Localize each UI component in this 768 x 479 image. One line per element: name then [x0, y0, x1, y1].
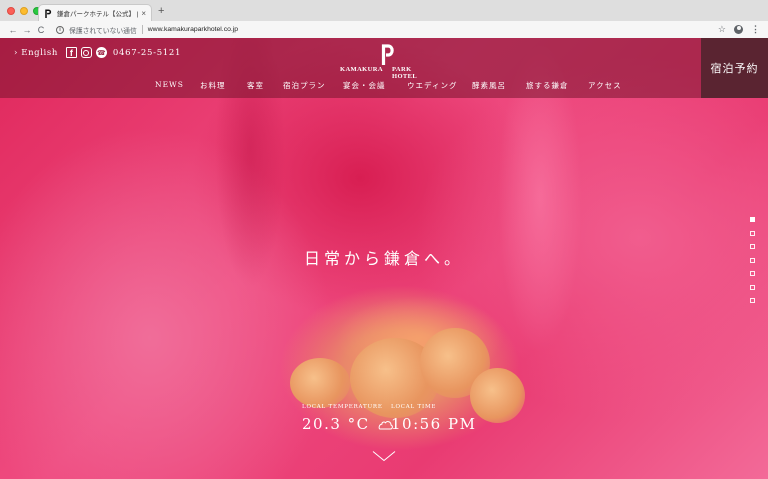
toolbar-actions: ☆ ⋮ — [718, 24, 760, 34]
global-nav: NEWS お料理 客室 宿泊プラン 宴会・会議 ウエディング 酵素風呂 旅する鎌… — [0, 80, 700, 92]
reload-icon[interactable]: C — [34, 24, 48, 36]
scroll-down-chevron-icon[interactable] — [372, 450, 396, 462]
browser-window-chrome: 鎌倉パークホテル【公式】 | KA × + ← → C i 保護されていない通信… — [0, 0, 768, 38]
account-icon[interactable] — [734, 24, 743, 34]
address-bar[interactable]: i 保護されていない通信 www.kamakuraparkhotel.co.jp — [56, 23, 238, 37]
nav-item-cuisine[interactable]: お料理 — [200, 80, 226, 91]
reserve-button[interactable]: 宿泊予約 — [701, 38, 768, 98]
browser-toolbar: ← → C i 保護されていない通信 www.kamakuraparkhotel… — [0, 21, 768, 38]
browser-tab[interactable]: 鎌倉パークホテル【公式】 | KA × — [38, 4, 152, 21]
nav-item-news[interactable]: NEWS — [155, 80, 184, 89]
site-logo[interactable]: KAMAKURA PARK HOTEL — [340, 44, 432, 80]
time-widget: LOCAL TIME 10:56 PM — [391, 404, 476, 433]
slide-dot[interactable] — [750, 217, 755, 222]
tab-bar: 鎌倉パークホテル【公式】 | KA × + — [0, 0, 768, 21]
logo-text-kamakura: KAMAKURA — [340, 66, 383, 73]
kebab-menu-icon[interactable]: ⋮ — [751, 24, 760, 34]
hero-section: › English f ☎ 0467-25-5121 KAMAKURA PARK… — [0, 38, 768, 479]
facebook-icon[interactable]: f — [65, 47, 77, 58]
phone-icon: ☎ — [95, 47, 107, 58]
security-status: 保護されていない通信 — [69, 27, 137, 35]
nav-item-travel-kamakura[interactable]: 旅する鎌倉 — [526, 80, 569, 91]
flower-stamen — [470, 368, 525, 423]
new-tab-button[interactable]: + — [158, 5, 164, 17]
park-hotel-favicon-icon — [44, 8, 52, 18]
window-controls — [7, 7, 41, 15]
time-label: LOCAL TIME — [391, 404, 437, 410]
nav-item-wedding[interactable]: ウエディング — [407, 80, 457, 91]
slide-dot[interactable] — [750, 230, 755, 236]
english-link[interactable]: › English — [14, 48, 58, 58]
temperature-label: LOCAL TEMPERATURE — [302, 404, 383, 410]
back-arrow-icon[interactable]: ← — [6, 24, 20, 36]
flower-stamen — [290, 358, 350, 408]
logo-text-park-hotel: PARK HOTEL — [392, 66, 418, 80]
slide-dot[interactable] — [750, 284, 755, 290]
slide-dot[interactable] — [750, 298, 755, 303]
bookmark-star-icon[interactable]: ☆ — [718, 24, 726, 34]
temperature-value: 20.3 °C — [302, 415, 370, 433]
address-separator — [141, 25, 143, 34]
logo-p-icon — [381, 44, 394, 65]
info-icon[interactable]: i — [56, 25, 64, 34]
instagram-icon[interactable] — [80, 47, 92, 58]
temperature-readout: 20.3 °C — [302, 415, 394, 433]
close-window-button[interactable] — [7, 7, 15, 15]
minimize-window-button[interactable] — [20, 7, 28, 15]
slide-dot[interactable] — [750, 271, 755, 276]
url-text[interactable]: www.kamakuraparkhotel.co.jp — [148, 26, 238, 33]
nav-item-rooms[interactable]: 客室 — [247, 80, 264, 91]
phone-number[interactable]: 0467-25-5121 — [113, 48, 181, 58]
nav-item-access[interactable]: アクセス — [588, 80, 622, 91]
tab-title: 鎌倉パークホテル【公式】 | KA — [57, 11, 139, 18]
time-value: 10:56 PM — [391, 415, 477, 433]
hero-tagline: 日常から鎌倉へ。 — [303, 249, 464, 268]
slide-dot[interactable] — [750, 257, 755, 263]
site-header: › English f ☎ 0467-25-5121 KAMAKURA PARK… — [0, 38, 768, 98]
temperature-widget: LOCAL TEMPERATURE 20.3 °C — [302, 404, 394, 433]
nav-item-banquet[interactable]: 宴会・会議 — [343, 80, 386, 91]
tab-close-icon[interactable]: × — [141, 9, 146, 18]
header-utility: › English f ☎ 0467-25-5121 — [14, 47, 181, 58]
nav-item-stay-plans[interactable]: 宿泊プラン — [283, 80, 326, 91]
nav-item-enzyme-bath[interactable]: 酵素風呂 — [472, 80, 506, 91]
slide-dot[interactable] — [750, 244, 755, 249]
forward-arrow-icon[interactable]: → — [20, 24, 34, 36]
